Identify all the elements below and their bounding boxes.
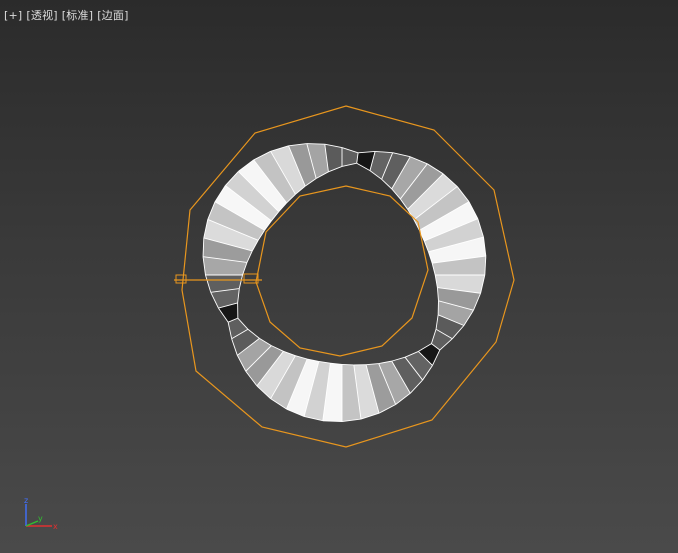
x-axis-label: x — [53, 522, 58, 531]
axis-gizmo: z x y — [24, 496, 58, 531]
selection-bracket-inner — [255, 185, 429, 357]
y-axis-line — [25, 520, 39, 527]
perspective-viewport[interactable]: [+] [透视] [标准] [边面] z x y — [0, 0, 678, 553]
y-axis-label: y — [38, 514, 43, 523]
z-axis-label: z — [24, 496, 28, 505]
scene-canvas[interactable] — [0, 0, 678, 553]
wire-edge — [341, 363, 354, 366]
